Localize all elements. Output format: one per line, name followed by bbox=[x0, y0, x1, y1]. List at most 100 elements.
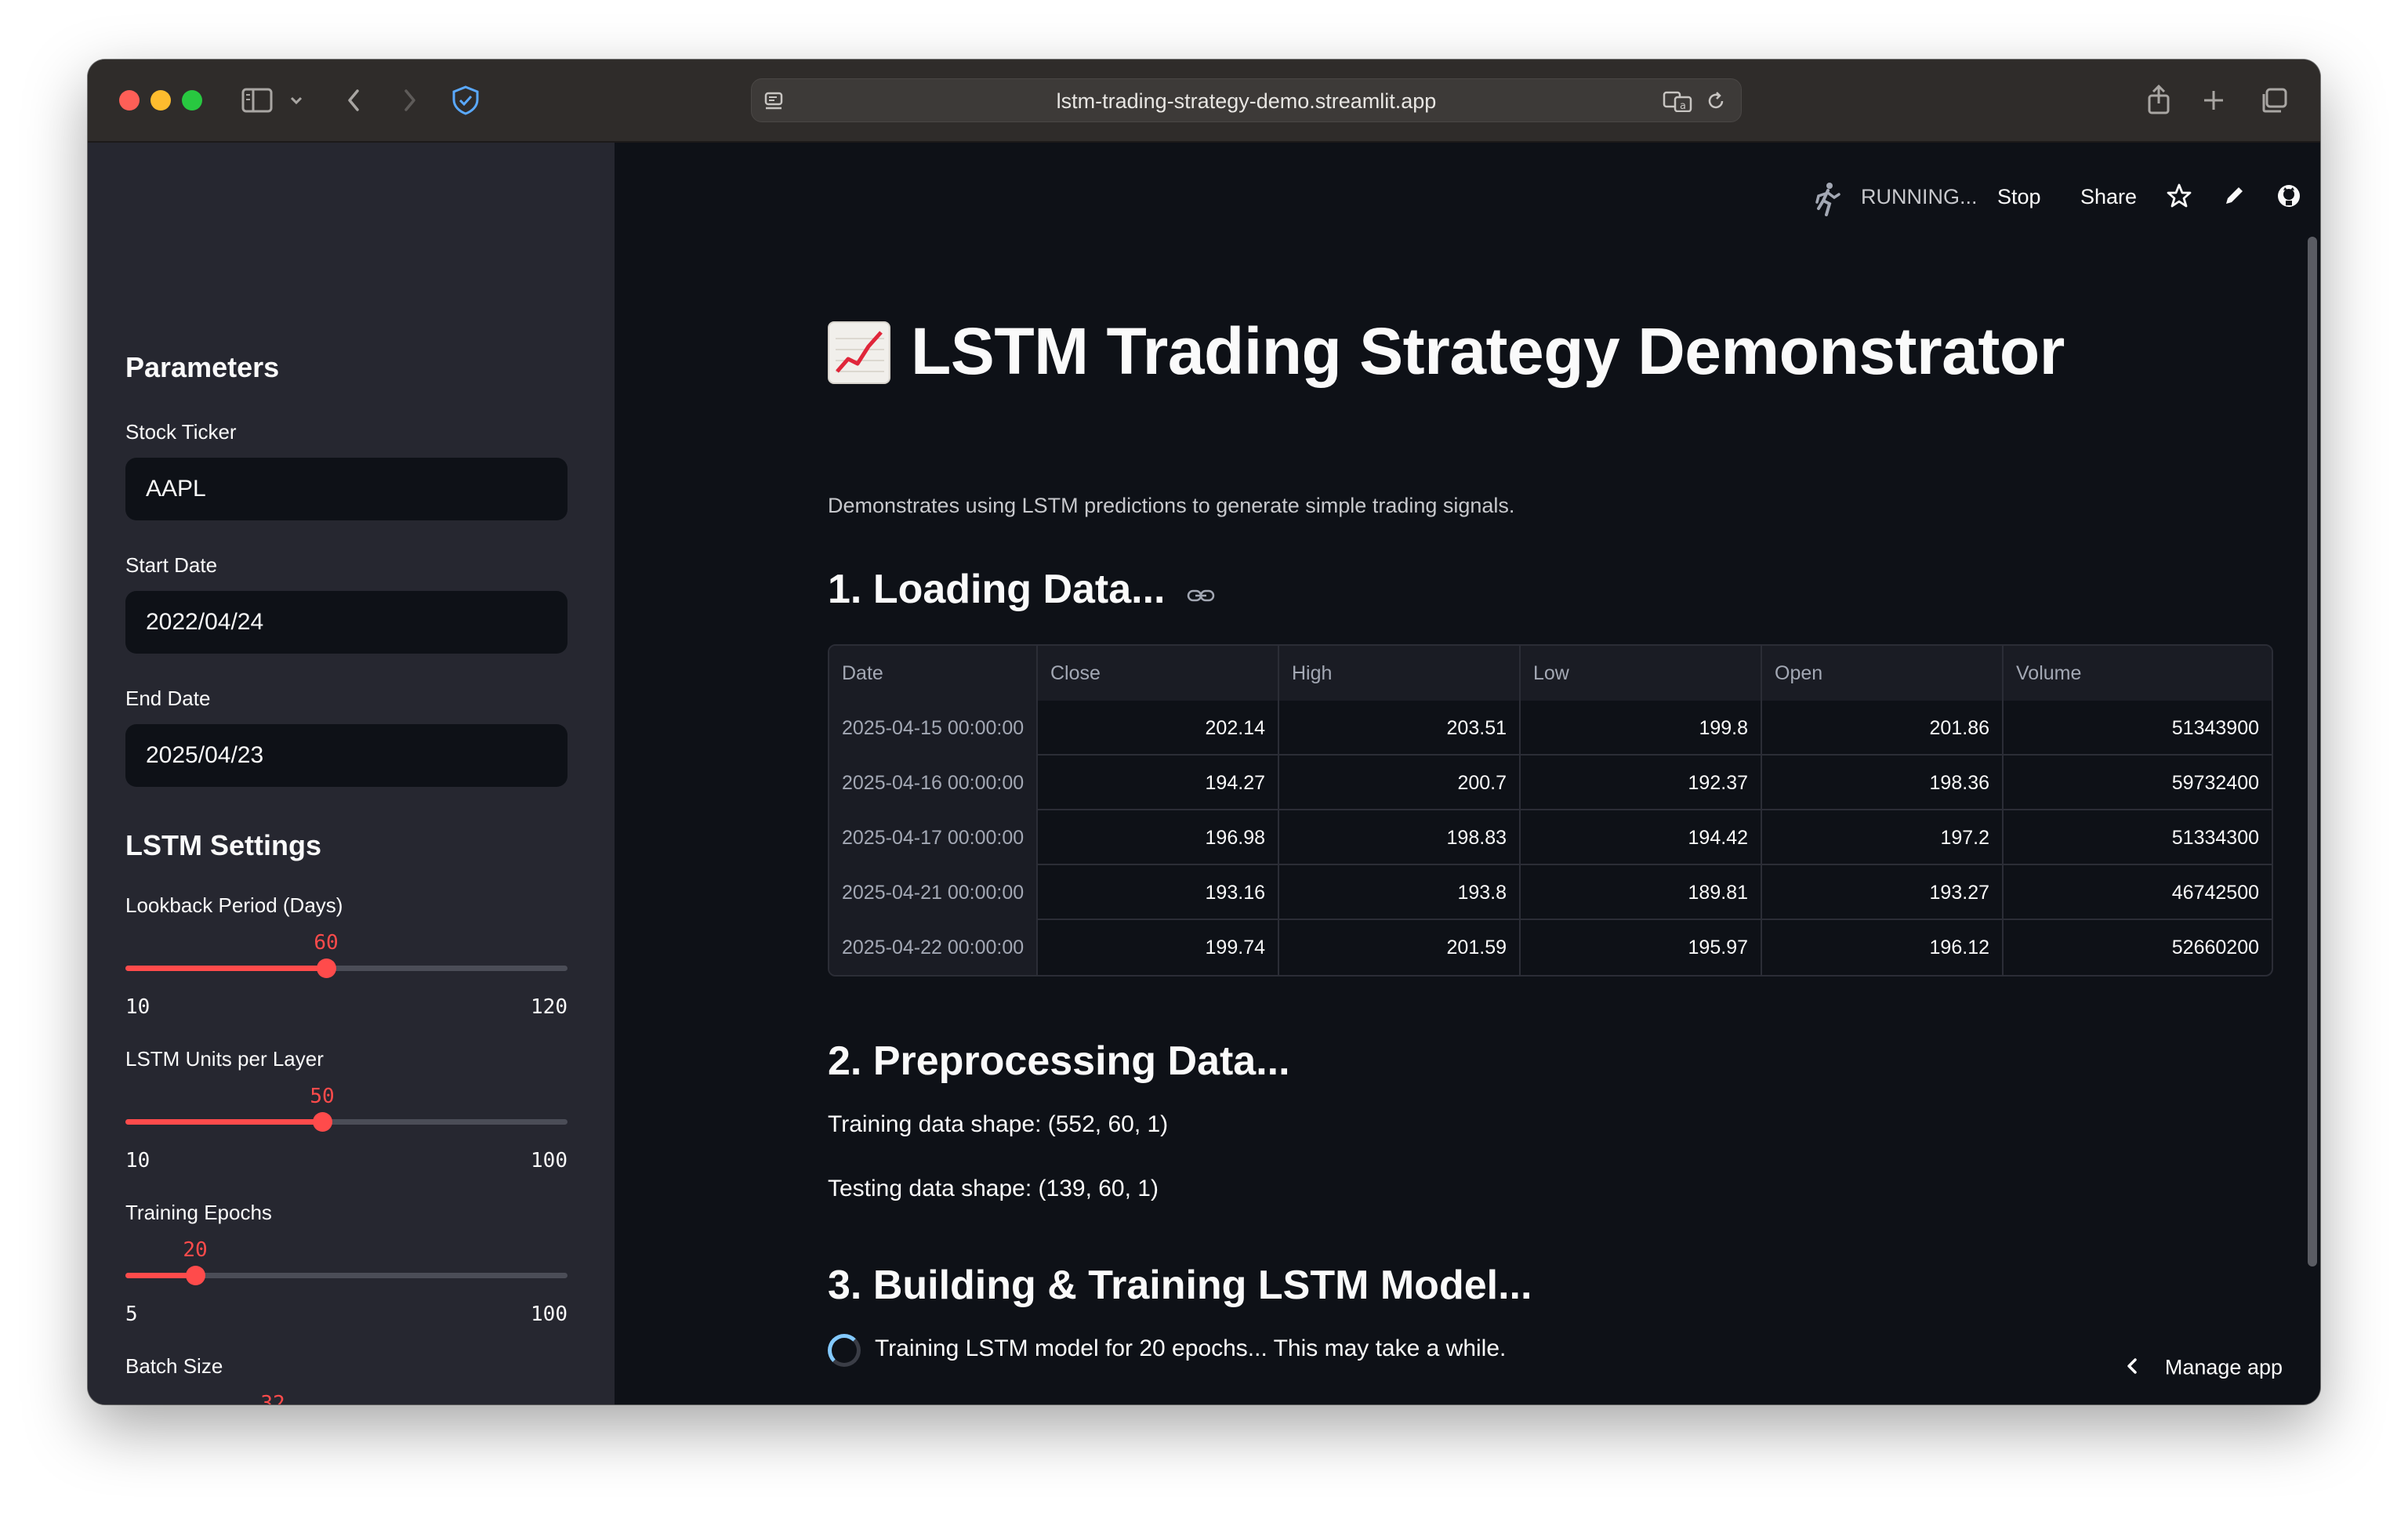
stop-button[interactable]: Stop bbox=[1997, 185, 2041, 209]
slider-min: 10 bbox=[125, 995, 150, 1019]
minimize-window-button[interactable] bbox=[150, 90, 171, 111]
end-date-input[interactable]: 2025/04/23 bbox=[125, 724, 568, 787]
table-row: 2025-04-17 00:00:00 196.98 198.83 194.42… bbox=[829, 810, 2272, 865]
table-cell[interactable]: 2025-04-22 00:00:00 bbox=[829, 920, 1038, 975]
svg-text:a: a bbox=[1680, 100, 1686, 112]
table-cell[interactable]: 59732400 bbox=[2004, 756, 2272, 810]
slider-thumb[interactable] bbox=[313, 1112, 332, 1132]
table-cell[interactable]: 203.51 bbox=[1279, 701, 1521, 756]
table-cell[interactable]: 198.83 bbox=[1279, 810, 1521, 865]
app-toolbar: RUNNING... Stop Share bbox=[615, 174, 2320, 221]
data-table[interactable]: Date Close High Low Open Volume 2025-04-… bbox=[828, 644, 2273, 977]
table-cell[interactable]: 194.42 bbox=[1521, 810, 1762, 865]
manage-app-label: Manage app bbox=[2164, 1355, 2283, 1379]
table-cell[interactable]: 2025-04-17 00:00:00 bbox=[829, 810, 1038, 865]
table-cell[interactable]: 198.36 bbox=[1762, 756, 2004, 810]
table-cell[interactable]: 195.97 bbox=[1521, 920, 1762, 975]
address-bar[interactable]: lstm-trading-strategy-demo.streamlit.app… bbox=[751, 78, 1742, 122]
training-epochs-label: Training Epochs bbox=[125, 1201, 272, 1224]
slider-value: 32 bbox=[260, 1392, 285, 1404]
share-icon[interactable] bbox=[2145, 83, 2173, 118]
table-cell[interactable]: 51334300 bbox=[2004, 810, 2272, 865]
slider-max: 100 bbox=[531, 1149, 568, 1172]
table-cell[interactable]: 2025-04-16 00:00:00 bbox=[829, 756, 1038, 810]
table-cell[interactable]: 2025-04-15 00:00:00 bbox=[829, 701, 1038, 756]
slider-fill bbox=[125, 1273, 195, 1278]
slider-value: 60 bbox=[314, 931, 339, 955]
column-header[interactable]: High bbox=[1279, 646, 1521, 701]
lstm-units-slider[interactable]: 50 10 100 bbox=[125, 1085, 568, 1172]
table-cell[interactable]: 193.27 bbox=[1762, 865, 2004, 920]
column-header[interactable]: Date bbox=[829, 646, 1038, 701]
lstm-units-label: LSTM Units per Layer bbox=[125, 1047, 324, 1071]
browser-window: lstm-trading-strategy-demo.streamlit.app… bbox=[88, 60, 2320, 1404]
forward-icon[interactable] bbox=[398, 83, 420, 118]
shield-icon[interactable] bbox=[450, 83, 481, 118]
column-header[interactable]: Low bbox=[1521, 646, 1762, 701]
table-cell[interactable]: 196.12 bbox=[1762, 920, 2004, 975]
loading-spinner-icon bbox=[828, 1334, 861, 1367]
anchor-link-icon[interactable] bbox=[1186, 568, 1216, 615]
table-cell[interactable]: 202.14 bbox=[1038, 701, 1279, 756]
url-text[interactable]: lstm-trading-strategy-demo.streamlit.app bbox=[752, 79, 1741, 123]
slider-value: 20 bbox=[183, 1238, 208, 1262]
lookback-period-slider[interactable]: 60 10 120 bbox=[125, 931, 568, 1019]
section-loading-data-title: 1. Loading Data... bbox=[828, 567, 1166, 612]
running-status: RUNNING... bbox=[1861, 185, 1978, 208]
main-scrollbar[interactable] bbox=[2308, 237, 2317, 1267]
table-row: 2025-04-22 00:00:00 199.74 201.59 195.97… bbox=[829, 920, 2272, 975]
manage-app-button[interactable]: Manage app bbox=[2126, 1355, 2283, 1382]
section-preprocessing-data: 2. Preprocessing Data... bbox=[828, 1038, 1290, 1084]
main-content: RUNNING... Stop Share LSTM Trading Strat… bbox=[615, 143, 2320, 1404]
translate-icon[interactable]: a bbox=[1663, 90, 1694, 116]
batch-size-slider[interactable]: 32 16 64 bbox=[125, 1392, 568, 1404]
chevron-left-icon bbox=[2126, 1355, 2138, 1382]
slider-thumb[interactable] bbox=[317, 958, 336, 978]
slider-thumb[interactable] bbox=[186, 1266, 205, 1285]
table-cell[interactable]: 201.86 bbox=[1762, 701, 2004, 756]
table-cell[interactable]: 189.81 bbox=[1521, 865, 1762, 920]
table-cell[interactable]: 199.74 bbox=[1038, 920, 1279, 975]
table-row: 2025-04-16 00:00:00 194.27 200.7 192.37 … bbox=[829, 756, 2272, 810]
training-epochs-slider[interactable]: 20 5 100 bbox=[125, 1238, 568, 1326]
table-cell[interactable]: 192.37 bbox=[1521, 756, 1762, 810]
table-cell[interactable]: 196.98 bbox=[1038, 810, 1279, 865]
table-cell[interactable]: 46742500 bbox=[2004, 865, 2272, 920]
close-window-button[interactable] bbox=[119, 90, 140, 111]
zoom-window-button[interactable] bbox=[182, 90, 202, 111]
sidebar: Parameters Stock Ticker AAPL Start Date … bbox=[88, 143, 615, 1404]
slider-fill bbox=[125, 1119, 322, 1125]
slider-max: 120 bbox=[531, 995, 568, 1019]
table-row: 2025-04-15 00:00:00 202.14 203.51 199.8 … bbox=[829, 701, 2272, 756]
parameters-header: Parameters bbox=[125, 351, 280, 383]
stock-ticker-input[interactable]: AAPL bbox=[125, 458, 568, 520]
table-cell[interactable]: 52660200 bbox=[2004, 920, 2272, 975]
table-cell[interactable]: 194.27 bbox=[1038, 756, 1279, 810]
table-cell[interactable]: 199.8 bbox=[1521, 701, 1762, 756]
github-icon[interactable] bbox=[2275, 182, 2303, 216]
chevron-down-icon[interactable] bbox=[288, 83, 304, 118]
table-cell[interactable]: 193.16 bbox=[1038, 865, 1279, 920]
table-cell[interactable]: 200.7 bbox=[1279, 756, 1521, 810]
lstm-settings-header: LSTM Settings bbox=[125, 829, 321, 861]
table-cell[interactable]: 201.59 bbox=[1279, 920, 1521, 975]
table-cell[interactable]: 197.2 bbox=[1762, 810, 2004, 865]
star-icon[interactable] bbox=[2165, 182, 2193, 216]
table-cell[interactable]: 51343900 bbox=[2004, 701, 2272, 756]
sidebar-toggle-icon[interactable] bbox=[241, 83, 273, 118]
section-loading-data: 1. Loading Data... bbox=[828, 566, 1216, 615]
reload-icon[interactable] bbox=[1705, 90, 1727, 116]
table-cell[interactable]: 2025-04-21 00:00:00 bbox=[829, 865, 1038, 920]
table-cell[interactable]: 193.8 bbox=[1279, 865, 1521, 920]
chart-increasing-icon bbox=[828, 321, 890, 384]
back-icon[interactable] bbox=[343, 83, 365, 118]
page-caption: Demonstrates using LSTM predictions to g… bbox=[828, 494, 1515, 517]
tab-overview-icon[interactable] bbox=[2259, 83, 2290, 118]
share-button[interactable]: Share bbox=[2080, 185, 2137, 209]
start-date-input[interactable]: 2022/04/24 bbox=[125, 591, 568, 654]
column-header[interactable]: Volume bbox=[2004, 646, 2272, 701]
new-tab-icon[interactable] bbox=[2201, 83, 2226, 118]
column-header[interactable]: Open bbox=[1762, 646, 2004, 701]
edit-pencil-icon[interactable] bbox=[2220, 182, 2248, 216]
column-header[interactable]: Close bbox=[1038, 646, 1279, 701]
